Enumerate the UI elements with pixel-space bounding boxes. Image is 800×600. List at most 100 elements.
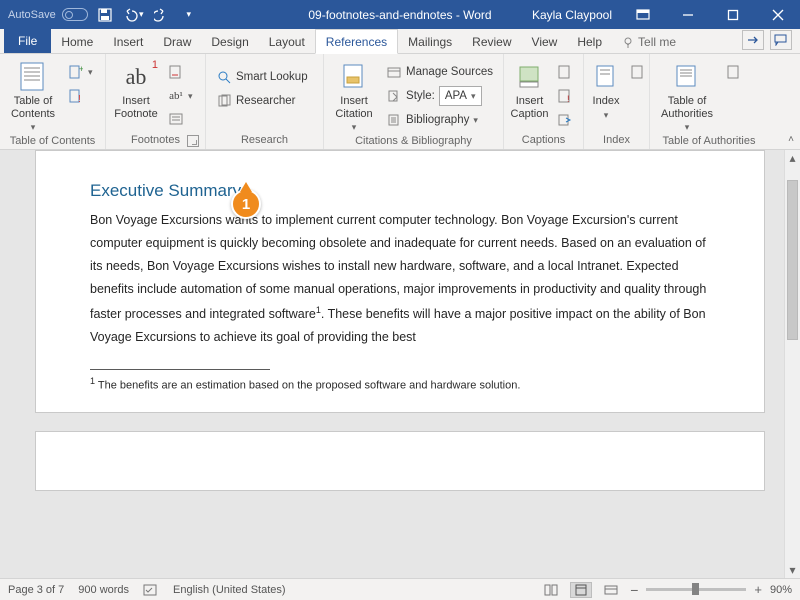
mark-entry-icon — [630, 64, 646, 80]
group-index: Index ▾ Index — [584, 54, 650, 149]
add-text-button[interactable]: +▾ — [64, 61, 97, 83]
scroll-up-icon[interactable]: ▴ — [785, 150, 800, 166]
mark-citation-icon — [726, 64, 742, 80]
tab-file[interactable]: File — [4, 29, 51, 53]
tell-me-search[interactable]: Tell me — [612, 30, 686, 53]
collapse-ribbon-icon[interactable]: ˄ — [788, 134, 794, 145]
footnote-separator — [90, 369, 270, 370]
status-language[interactable]: English (United States) — [173, 584, 286, 596]
document-title: 09-footnotes-and-endnotes - Word — [308, 8, 491, 22]
vertical-scrollbar[interactable]: ▴ ▾ — [784, 150, 800, 578]
comments-button[interactable] — [770, 30, 792, 50]
document-page-next[interactable] — [35, 431, 765, 491]
insert-caption-button[interactable]: Insert Caption — [510, 58, 549, 120]
body-paragraph: Bon Voyage Excursions wants to implement… — [90, 209, 710, 349]
tab-insert[interactable]: Insert — [103, 30, 153, 53]
table-figures-icon — [557, 64, 573, 80]
close-button[interactable] — [755, 0, 800, 29]
tab-review[interactable]: Review — [462, 30, 521, 53]
svg-text:+: + — [79, 65, 83, 74]
toc-icon — [17, 61, 49, 93]
zoom-level[interactable]: 90% — [770, 584, 792, 596]
style-icon — [386, 88, 402, 104]
tab-home[interactable]: Home — [51, 30, 103, 53]
status-word-count[interactable]: 900 words — [78, 584, 129, 596]
minimize-button[interactable] — [665, 0, 710, 29]
index-button[interactable]: Index ▾ — [590, 58, 622, 120]
footnote-text: 1 The benefits are an estimation based o… — [90, 376, 710, 392]
status-page[interactable]: Page 3 of 7 — [8, 584, 64, 596]
group-captions: Insert Caption ! Captions — [504, 54, 584, 149]
tell-me-label: Tell me — [638, 35, 676, 49]
next-footnote-button[interactable]: ab¹▾ — [164, 85, 197, 107]
tab-design[interactable]: Design — [201, 30, 258, 53]
toa-icon — [671, 61, 703, 93]
tab-draw[interactable]: Draw — [153, 30, 201, 53]
update-table-button[interactable]: ! — [64, 85, 97, 107]
insert-table-figures-button[interactable] — [553, 61, 577, 83]
tab-mailings[interactable]: Mailings — [398, 30, 462, 53]
cross-reference-button[interactable] — [553, 109, 577, 131]
add-text-icon: + — [68, 64, 84, 80]
tab-help[interactable]: Help — [567, 30, 612, 53]
manage-sources-button[interactable]: Manage Sources — [382, 61, 497, 83]
smart-lookup-icon — [216, 69, 232, 85]
group-label-footnotes: Footnotes — [112, 132, 199, 149]
scroll-down-icon[interactable]: ▾ — [785, 562, 800, 578]
save-icon[interactable] — [94, 4, 116, 26]
user-name[interactable]: Kayla Claypool — [532, 8, 612, 22]
autosave-toggle[interactable] — [62, 8, 88, 21]
callout-marker-1: 1 — [231, 189, 261, 227]
qat-customize-icon[interactable]: ▾ — [178, 4, 200, 26]
share-button[interactable] — [742, 30, 764, 50]
table-of-authorities-button[interactable]: Table of Authorities ▾ — [656, 58, 718, 133]
show-notes-button[interactable] — [164, 109, 197, 131]
spellcheck-icon[interactable] — [143, 583, 159, 597]
heading-executive-summary: Executive Summary — [90, 181, 710, 201]
zoom-in-button[interactable]: + — [754, 582, 762, 597]
document-page[interactable]: Executive Summary Bon Voyage Excursions … — [35, 150, 765, 413]
update-table-figures-button[interactable]: ! — [553, 85, 577, 107]
citation-style-dropdown[interactable]: Style: APA▾ — [382, 85, 497, 107]
tab-layout[interactable]: Layout — [259, 30, 315, 53]
ribbon-tabs: File Home Insert Draw Design Layout Refe… — [0, 29, 800, 54]
redo-button[interactable] — [150, 4, 172, 26]
footnotes-dialog-launcher[interactable] — [187, 135, 199, 147]
cross-ref-icon — [557, 112, 573, 128]
zoom-out-button[interactable]: − — [630, 582, 638, 598]
read-mode-button[interactable] — [540, 582, 562, 598]
insert-footnote-button[interactable]: ab1 Insert Footnote — [112, 58, 160, 120]
insert-endnote-button[interactable] — [164, 61, 197, 83]
mark-entry-button[interactable] — [626, 61, 650, 83]
update-figures-icon: ! — [557, 88, 573, 104]
quick-access-toolbar: AutoSave ▾ ▾ — [0, 4, 200, 26]
researcher-button[interactable]: Researcher — [212, 90, 312, 112]
insert-citation-button[interactable]: Insert Citation▾ — [330, 58, 378, 133]
autosave-label: AutoSave — [8, 9, 56, 21]
group-label-research: Research — [212, 132, 317, 149]
lightbulb-icon — [622, 36, 634, 48]
document-area: Executive Summary Bon Voyage Excursions … — [0, 150, 800, 578]
tab-references[interactable]: References — [315, 29, 398, 54]
table-of-contents-button[interactable]: Table of Contents▾ — [6, 58, 60, 133]
group-label-toa: Table of Authorities — [656, 133, 762, 150]
maximize-button[interactable] — [710, 0, 755, 29]
group-label-citations: Citations & Bibliography — [330, 133, 497, 150]
mark-citation-button[interactable] — [722, 61, 746, 83]
caption-icon — [514, 61, 546, 93]
group-footnotes: ab1 Insert Footnote ab¹▾ Footnotes — [106, 54, 206, 149]
print-layout-button[interactable] — [570, 582, 592, 598]
svg-text:!: ! — [78, 94, 81, 103]
tab-view[interactable]: View — [522, 30, 568, 53]
web-layout-button[interactable] — [600, 582, 622, 598]
bibliography-button[interactable]: Bibliography ▾ — [382, 109, 497, 131]
zoom-slider[interactable] — [646, 588, 746, 591]
zoom-slider-thumb[interactable] — [692, 583, 699, 595]
status-bar: Page 3 of 7 900 words English (United St… — [0, 578, 800, 600]
group-toc: Table of Contents▾ +▾ ! Table of Content… — [0, 54, 106, 149]
undo-button[interactable]: ▾ — [122, 4, 144, 26]
group-label-captions: Captions — [510, 132, 577, 149]
ribbon-display-options-icon[interactable] — [620, 0, 665, 29]
smart-lookup-button[interactable]: Smart Lookup — [212, 66, 312, 88]
scroll-thumb[interactable] — [787, 180, 798, 340]
